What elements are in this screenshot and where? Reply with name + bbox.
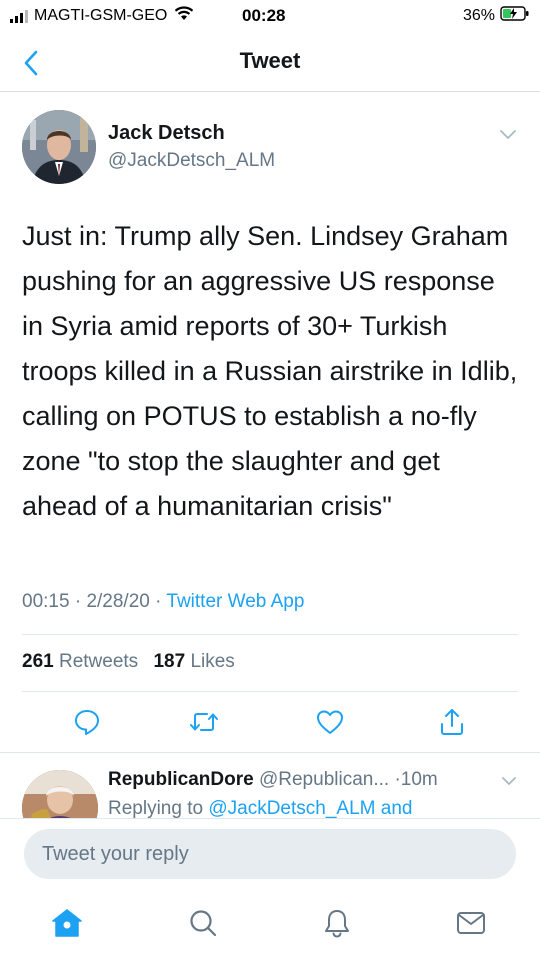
tweet-source-link[interactable]: Twitter Web App: [166, 591, 304, 612]
retweet-button[interactable]: [189, 707, 219, 737]
cellular-signal-icon: [10, 9, 28, 23]
tweet-time: 00:15: [22, 591, 70, 612]
replying-to-suffix[interactable]: and: [381, 798, 413, 818]
reply-more-options-button[interactable]: [500, 772, 518, 790]
author-avatar[interactable]: [22, 110, 96, 184]
likes-stat[interactable]: 187 Likes: [153, 651, 234, 672]
likes-label: Likes: [190, 651, 235, 672]
tweet-text: Just in: Trump ally Sen. Lindsey Graham …: [22, 221, 518, 521]
more-options-button[interactable]: [498, 124, 518, 144]
page-title: Tweet: [239, 48, 301, 73]
bell-icon: [325, 910, 349, 938]
reply-button[interactable]: [72, 707, 102, 737]
battery-charging-icon: [500, 6, 530, 26]
reply-author-handle[interactable]: @Republican...: [259, 769, 389, 790]
share-icon: [441, 709, 463, 735]
bottom-tab-bar: [0, 896, 540, 960]
divider: [0, 752, 540, 753]
nav-bar: Tweet: [0, 34, 540, 92]
status-time: 00:28: [242, 6, 286, 25]
chevron-down-icon: [502, 777, 516, 785]
replying-to-mention[interactable]: @JackDetsch_ALM: [208, 798, 375, 818]
tab-search[interactable]: [186, 906, 220, 940]
home-icon: [52, 909, 82, 937]
status-bar: MAGTI-GSM-GEO 00:28 36%: [0, 0, 540, 34]
tab-notifications[interactable]: [320, 906, 354, 940]
share-button[interactable]: [437, 707, 467, 737]
search-icon: [190, 910, 217, 937]
reply-composer-bar: Tweet your reply: [0, 818, 540, 896]
status-left: MAGTI-GSM-GEO: [10, 6, 194, 26]
tweet-stats: 261 Retweets 187 Likes: [22, 651, 235, 673]
status-right: 36%: [463, 6, 530, 26]
meta-separator: ·: [74, 591, 87, 612]
reply-input[interactable]: Tweet your reply: [24, 829, 516, 879]
reply-input-placeholder: Tweet your reply: [42, 843, 189, 865]
retweets-label: Retweets: [58, 651, 139, 672]
replying-to-prefix: Replying to: [108, 798, 204, 818]
battery-percent: 36%: [462, 7, 495, 24]
wifi-icon: [174, 6, 194, 26]
likes-count: 187: [153, 651, 186, 672]
tweet-meta: 00:15 · 2/28/20 · Twitter Web App: [22, 591, 304, 613]
reply-author-name[interactable]: RepublicanDore: [108, 769, 254, 790]
retweets-stat[interactable]: 261 Retweets: [22, 651, 138, 672]
replying-to-line: Replying to @JackDetsch_ALM and: [108, 798, 412, 818]
divider: [22, 691, 518, 692]
like-button[interactable]: [315, 707, 345, 737]
tweet-date: 2/28/20: [86, 591, 150, 612]
author-handle[interactable]: @JackDetsch_ALM: [108, 150, 275, 172]
divider: [22, 634, 518, 635]
tab-messages[interactable]: [454, 906, 488, 940]
reply-age: 10m: [400, 769, 438, 790]
envelope-icon: [457, 912, 485, 934]
tab-home[interactable]: [50, 906, 84, 940]
retweets-count: 261: [22, 651, 54, 672]
reply-header: RepublicanDore @Republican... ·10m: [108, 769, 438, 791]
author-name[interactable]: Jack Detsch: [108, 122, 225, 145]
meta-separator: ·: [155, 591, 167, 612]
retweet-icon: [190, 713, 218, 731]
carrier-name: MAGTI-GSM-GEO: [34, 7, 168, 24]
speech-bubble-icon: [75, 710, 99, 735]
heart-icon: [317, 710, 343, 734]
chevron-down-icon: [500, 130, 516, 139]
